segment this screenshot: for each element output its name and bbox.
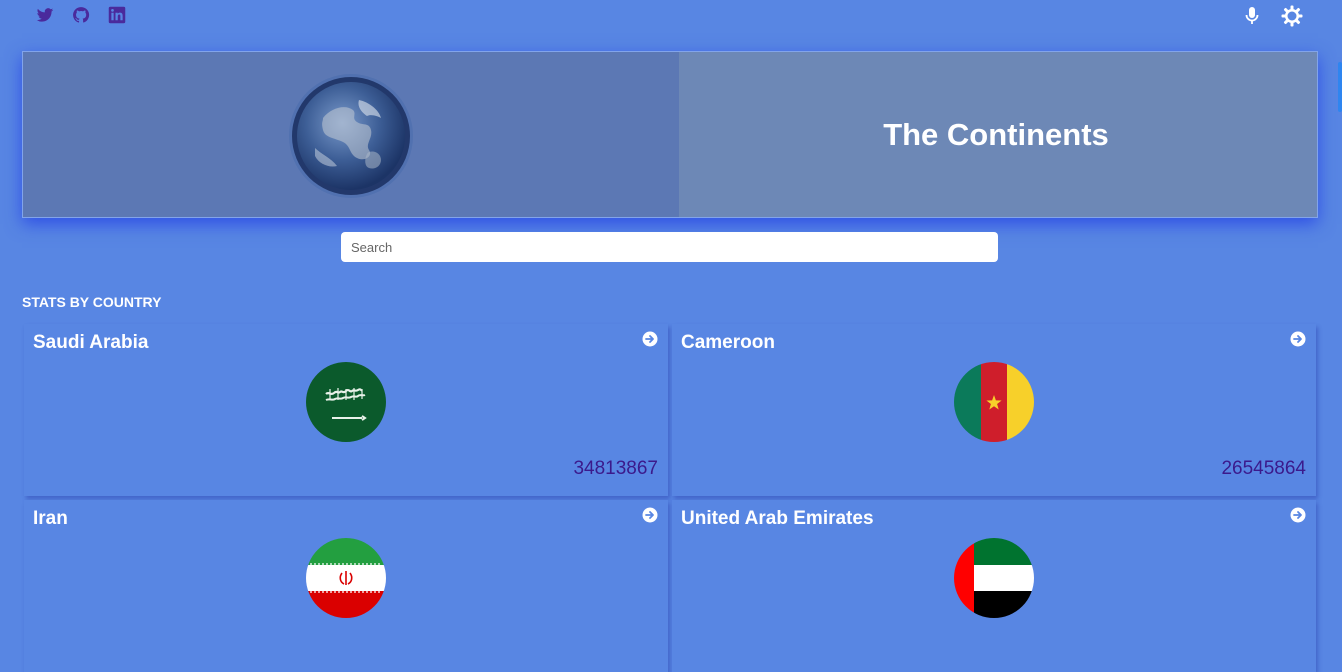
section-title: STATS BY COUNTRY [22, 294, 162, 310]
twitter-icon[interactable] [36, 6, 54, 24]
arrow-right-circle-icon[interactable] [642, 331, 658, 347]
hero-image-panel [23, 52, 679, 217]
saudi-arabia-flag [306, 362, 386, 442]
arrow-right-circle-icon[interactable] [1290, 507, 1306, 523]
hero-title-panel: The Continents [679, 52, 1317, 217]
earth-globe-icon [289, 74, 413, 198]
country-name: Cameroon [681, 332, 775, 353]
iran-flag [306, 538, 386, 618]
hero-banner: The Continents [22, 51, 1318, 218]
page-title: The Continents [883, 116, 1109, 152]
linkedin-icon[interactable] [108, 6, 126, 24]
population-value: 26545864 [1221, 458, 1306, 479]
arrow-right-circle-icon[interactable] [642, 507, 658, 523]
top-bar [0, 0, 1342, 34]
cameroon-flag [954, 362, 1034, 442]
uae-flag [954, 538, 1034, 618]
country-name: United Arab Emirates [681, 508, 874, 529]
country-name: Saudi Arabia [33, 332, 149, 353]
microphone-icon[interactable] [1244, 6, 1260, 31]
country-card-cameroon[interactable]: Cameroon 26545864 [672, 324, 1316, 496]
github-icon[interactable] [72, 6, 90, 24]
country-card-iran[interactable]: Iran [24, 500, 668, 672]
population-value: 34813867 [573, 458, 658, 479]
scrollbar-thumb[interactable] [1338, 62, 1342, 112]
search-input[interactable] [341, 232, 998, 262]
country-card-saudi-arabia[interactable]: Saudi Arabia 34813867 [24, 324, 668, 496]
country-card-united-arab-emirates[interactable]: United Arab Emirates [672, 500, 1316, 672]
country-name: Iran [33, 508, 68, 529]
arrow-right-circle-icon[interactable] [1290, 331, 1306, 347]
settings-gear-icon[interactable] [1281, 5, 1303, 32]
